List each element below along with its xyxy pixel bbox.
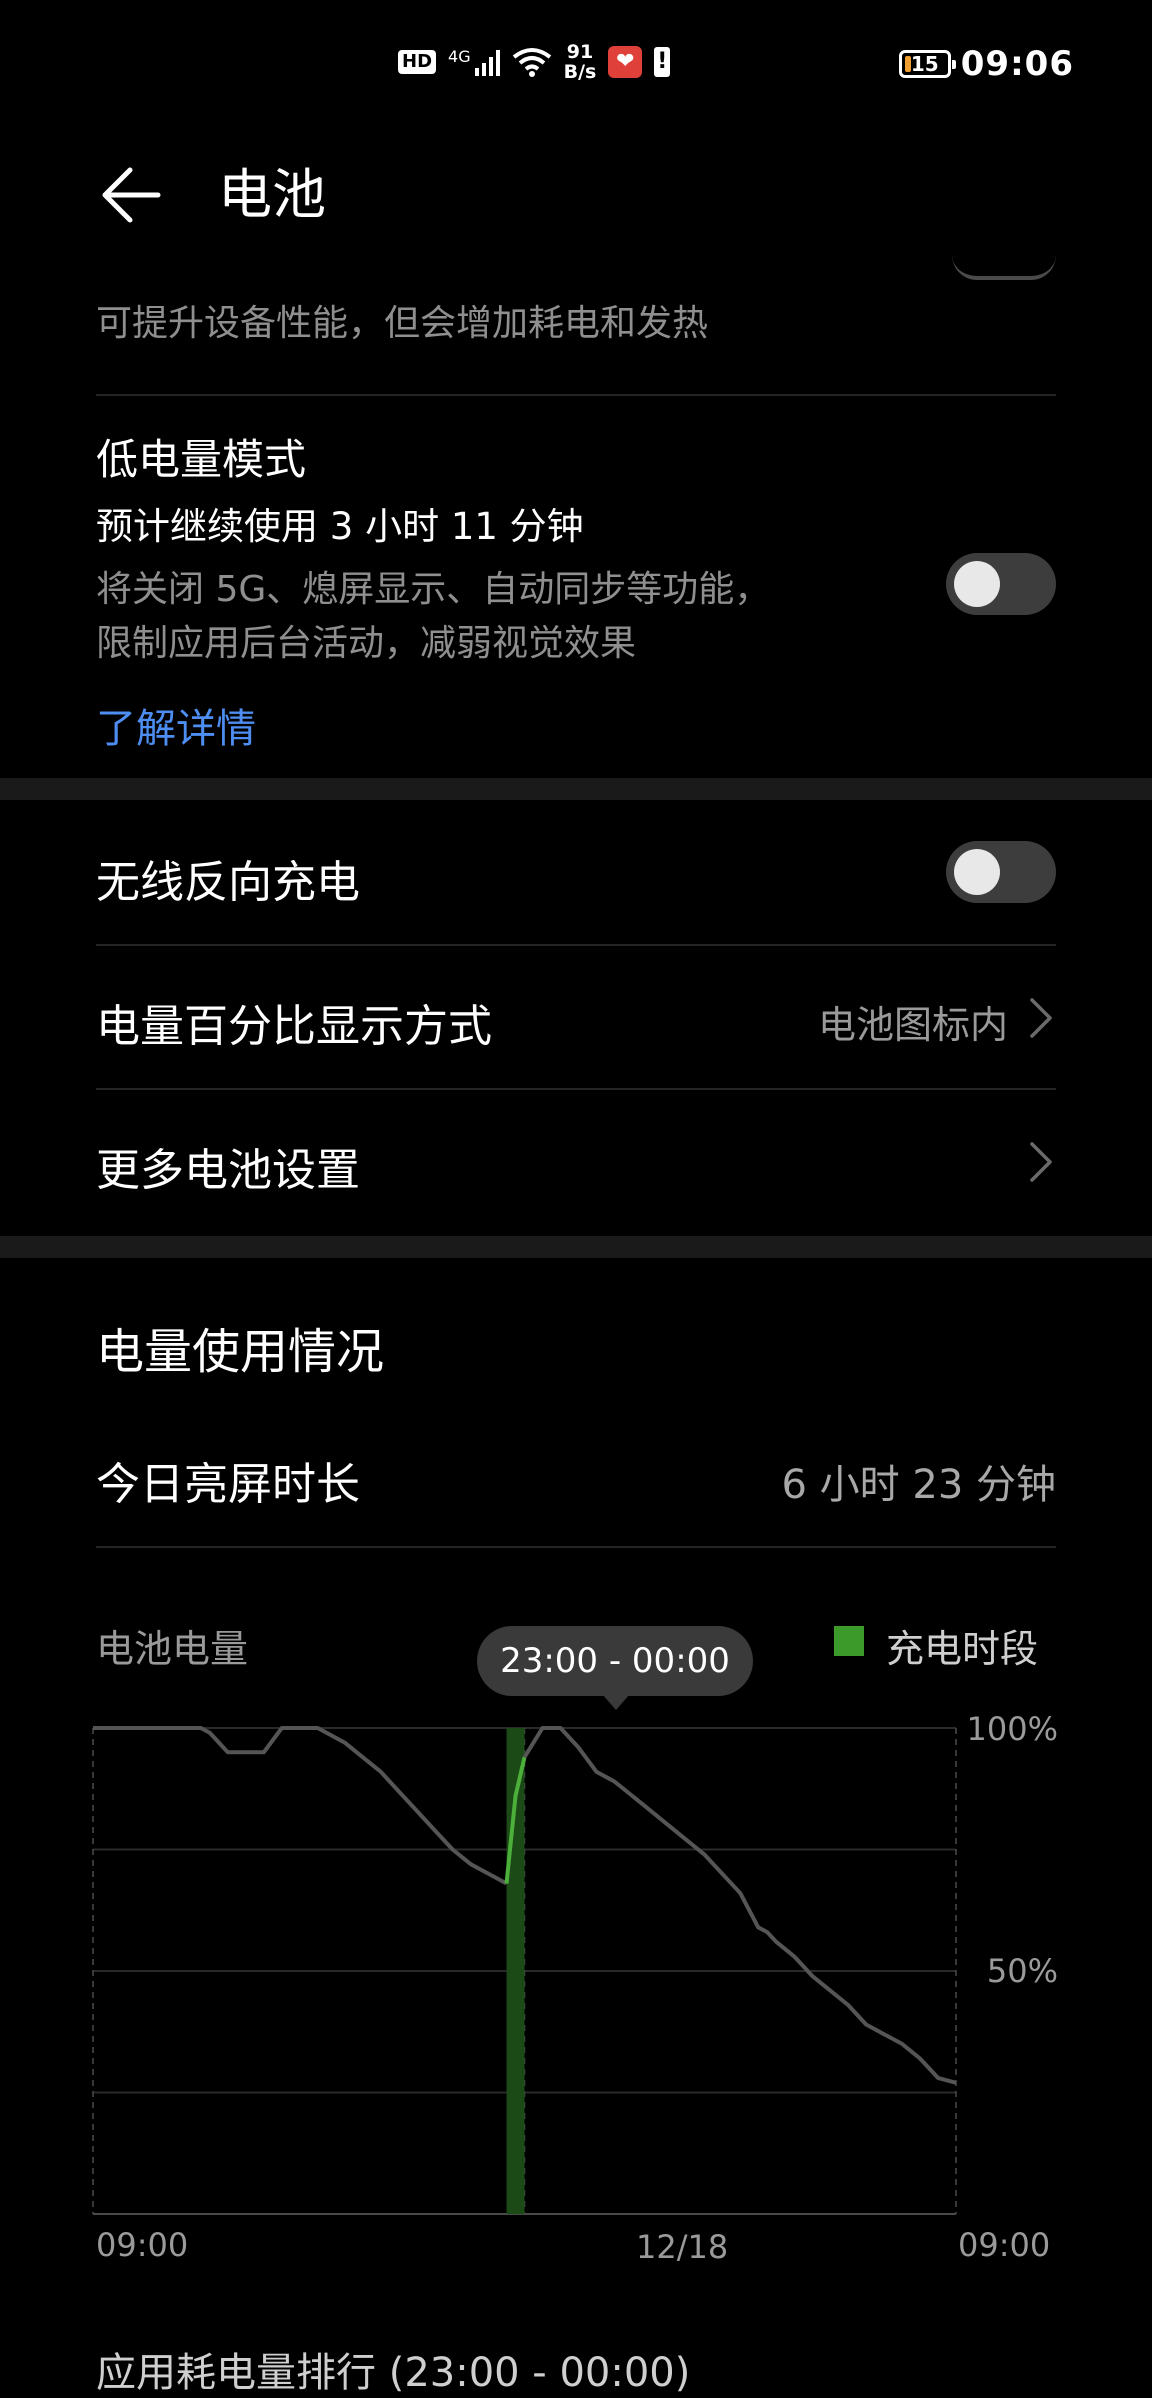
- app-ranking-title: 应用耗电量排行 (23:00 - 00:00): [96, 2350, 691, 2396]
- x-tick-label: 12/18: [636, 2228, 728, 2266]
- wireless-reverse-charge-label: 无线反向充电: [96, 857, 360, 908]
- network-speed: 91 B/s: [564, 42, 597, 82]
- page-title: 电池: [218, 163, 326, 226]
- status-bar: HD 4G 91 B/s ❤ ! 15 09:06: [0, 0, 1152, 130]
- battery-level: 15: [910, 52, 939, 76]
- status-right: 15 09:06: [898, 44, 1074, 84]
- network-type: 4G: [448, 46, 471, 66]
- wireless-reverse-charge-row[interactable]: 无线反向充电: [0, 800, 1152, 944]
- percentage-display-label: 电量百分比显示方式: [96, 1001, 492, 1052]
- hd-badge: HD: [398, 50, 437, 74]
- battery-line-segment: [522, 1726, 957, 2085]
- wifi-icon: [512, 48, 551, 77]
- low-power-toggle[interactable]: [946, 553, 1056, 615]
- wireless-reverse-charge-toggle[interactable]: [946, 841, 1056, 903]
- usage-section-title: 电量使用情况: [96, 1324, 385, 1380]
- low-power-title: 低电量模式: [96, 435, 307, 484]
- low-power-description-line1: 将关闭 5G、熄屏显示、自动同步等功能，: [96, 569, 771, 610]
- divider: [96, 394, 1056, 396]
- chevron-right-icon: [1030, 998, 1052, 1038]
- status-icons: HD 4G 91 B/s ❤ !: [398, 42, 671, 82]
- low-power-estimate: 预计继续使用 3 小时 11 分钟: [96, 505, 584, 548]
- learn-more-link[interactable]: 了解详情: [96, 696, 256, 754]
- percentage-display-row[interactable]: 电量百分比显示方式 电池图标内: [0, 946, 1152, 1088]
- battery-icon: 15: [898, 50, 956, 78]
- x-tick-label: 09:00: [96, 2226, 188, 2264]
- chart-tooltip: 23:00 - 00:00: [477, 1626, 753, 1696]
- percentage-display-value: 电池图标内: [817, 1003, 1008, 1047]
- chevron-right-icon: [1030, 1142, 1052, 1182]
- screen-time-value: 6 小时 23 分钟: [781, 1462, 1057, 1508]
- divider: [96, 1546, 1056, 1548]
- exclamation-icon: !: [654, 47, 671, 77]
- speed-unit: B/s: [563, 61, 597, 83]
- y-tick-label: 50%: [987, 1952, 1058, 1990]
- speed-value: 91: [566, 41, 594, 63]
- battery-chart[interactable]: 100% 50% 09:00 12/18 09:00: [0, 1600, 1152, 2300]
- signal-strength-icon: [474, 48, 500, 76]
- heart-app-icon: ❤: [608, 46, 643, 78]
- tooltip-arrow: [602, 1694, 630, 1710]
- battery-line-segment: [93, 1726, 508, 1886]
- toggle-knob: [954, 561, 1000, 607]
- toggle-knob: [954, 849, 1000, 895]
- more-battery-settings-row[interactable]: 更多电池设置: [0, 1090, 1152, 1234]
- performance-mode-toggle[interactable]: [952, 230, 1056, 280]
- section-separator: [0, 1236, 1152, 1258]
- clock: 09:06: [960, 44, 1074, 84]
- performance-description: 可提升设备性能，但会增加耗电和发热: [96, 303, 709, 344]
- screen-time-label: 今日亮屏时长: [96, 1459, 360, 1510]
- x-tick-label: 09:00: [958, 2226, 1050, 2264]
- section-separator: [0, 778, 1152, 800]
- more-battery-settings-label: 更多电池设置: [96, 1145, 360, 1196]
- y-tick-label: 100%: [967, 1710, 1058, 1748]
- low-power-description-line2: 限制应用后台活动，减弱视觉效果: [96, 623, 637, 664]
- back-arrow-icon[interactable]: [96, 160, 166, 230]
